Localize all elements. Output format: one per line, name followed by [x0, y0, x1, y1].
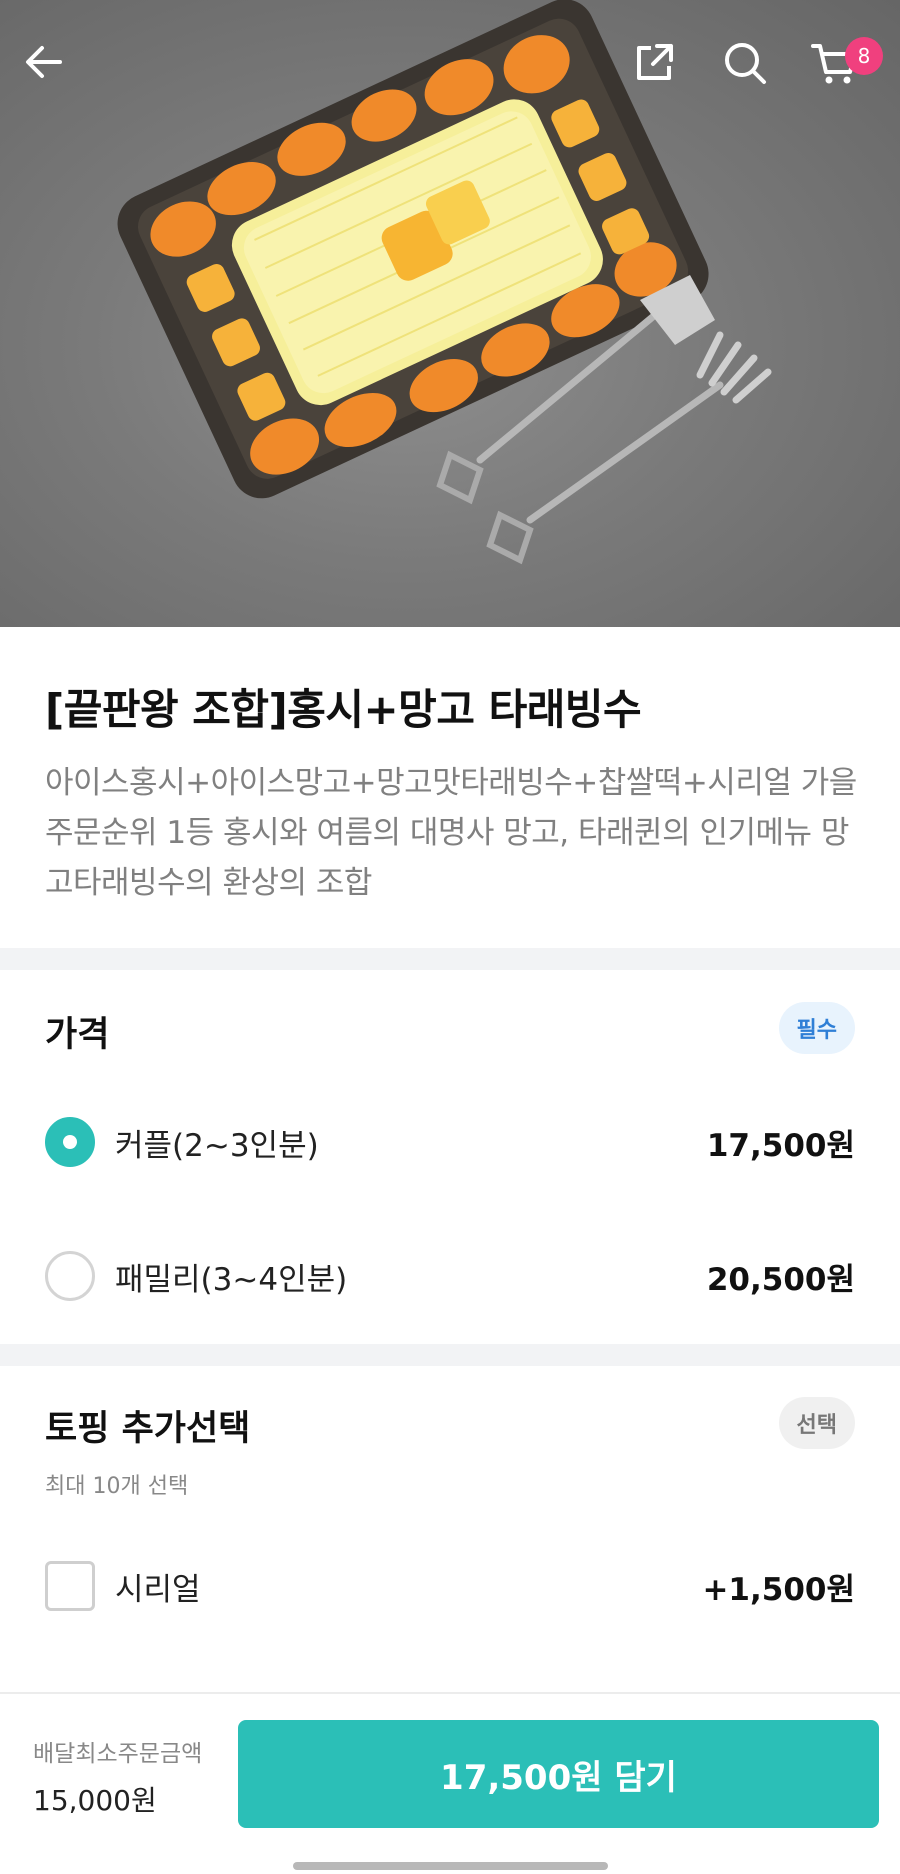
radio-unselected[interactable]	[45, 1251, 95, 1301]
topping-option-cereal[interactable]: 시리얼 +1,500원	[45, 1556, 855, 1616]
radio-selected[interactable]	[45, 1117, 95, 1167]
arrow-left-icon	[26, 46, 62, 78]
share-button[interactable]	[633, 40, 703, 110]
option-price: 20,500원	[706, 1261, 855, 1298]
status-bar	[0, 0, 900, 14]
min-order-value: 15,000원	[33, 1784, 157, 1817]
section-divider	[0, 1344, 900, 1366]
section-divider	[0, 948, 900, 970]
option-label: 시리얼	[115, 1571, 201, 1608]
bottom-order-bar: 배달최소주문금액 15,000원 17,500원 담기	[0, 1692, 900, 1874]
product-description: 아이스홍시+아이스망고+망고맛타래빙수+찹쌀떡+시리얼 가을 주문순위 1등 홍…	[45, 765, 857, 901]
option-price: 17,500원	[706, 1127, 855, 1164]
price-option-family[interactable]: 패밀리(3~4인분) 20,500원	[45, 1246, 855, 1306]
option-price: +1,500원	[702, 1571, 855, 1608]
option-label: 커플(2~3인분)	[115, 1127, 319, 1164]
back-button[interactable]	[22, 40, 92, 110]
topping-limit-note: 최대 10개 선택	[45, 1474, 189, 1499]
search-icon	[725, 43, 766, 84]
product-image: 8	[0, 0, 900, 627]
price-option-couple[interactable]: 커플(2~3인분) 17,500원	[45, 1112, 855, 1172]
optional-tag: 선택	[778, 1397, 855, 1449]
product-title: [끝판왕 조합]홍시+망고 타래빙수	[45, 685, 642, 734]
share-external-icon	[637, 44, 673, 80]
min-order-label: 배달최소주문금액	[33, 1741, 203, 1767]
price-section-title: 가격	[45, 1015, 110, 1055]
topping-section-title: 토핑 추가선택	[45, 1409, 251, 1449]
option-label: 패밀리(3~4인분)	[115, 1261, 348, 1298]
required-tag: 필수	[778, 1002, 855, 1054]
search-button[interactable]	[722, 40, 792, 110]
cart-count-badge: 8	[845, 37, 883, 75]
add-to-cart-button[interactable]: 17,500원 담기	[238, 1720, 879, 1828]
checkbox-unchecked[interactable]	[45, 1561, 95, 1611]
home-indicator	[293, 1862, 608, 1870]
